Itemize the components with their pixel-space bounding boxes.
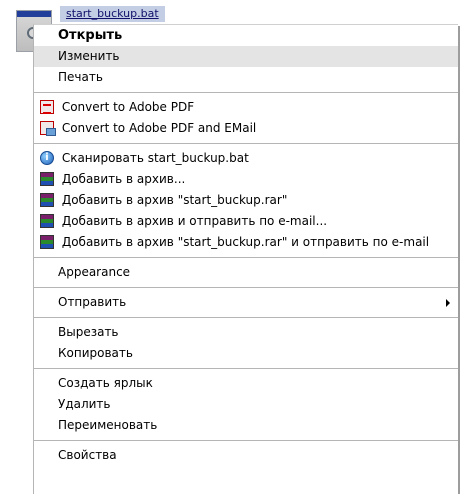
menu-item-properties[interactable]: Свойства (34, 445, 458, 466)
winrar-icon (40, 213, 54, 228)
submenu-arrow-icon (446, 298, 450, 307)
menu-item-add-archive-rar-email-label: Добавить в архив "start_buckup.rar" и от… (61, 235, 430, 249)
menu-item-rename[interactable]: Переименовать (34, 415, 458, 436)
menu-item-print[interactable]: Печать (34, 67, 458, 88)
menu-separator (34, 368, 458, 369)
menu-item-add-archive-email[interactable]: Добавить в архив и отправить по e-mail..… (34, 211, 458, 232)
menu-item-appearance-label: Appearance (58, 265, 131, 279)
antivirus-icon (40, 150, 54, 165)
menu-item-cut-label: Вырезать (58, 325, 119, 339)
winrar-icon (40, 192, 54, 207)
menu-separator (34, 317, 458, 318)
menu-item-edit[interactable]: Изменить (34, 46, 458, 67)
menu-item-cut[interactable]: Вырезать (34, 322, 458, 343)
menu-item-convert-pdf-label: Convert to Adobe PDF (61, 100, 195, 114)
adobe-pdf-email-icon (40, 120, 56, 136)
menu-item-open[interactable]: Открыть (34, 25, 458, 46)
menu-item-convert-pdf-email[interactable]: Convert to Adobe PDF and EMail (34, 118, 458, 139)
menu-item-open-label: Открыть (58, 28, 123, 43)
menu-separator (34, 440, 458, 441)
menu-item-scan-label: Сканировать start_buckup.bat (61, 151, 249, 165)
menu-item-convert-pdf-email-label: Convert to Adobe PDF and EMail (61, 121, 257, 135)
menu-item-edit-label: Изменить (58, 49, 120, 63)
menu-item-create-shortcut[interactable]: Создать ярлык (34, 373, 458, 394)
winrar-icon (40, 234, 54, 249)
menu-item-delete[interactable]: Удалить (34, 394, 458, 415)
menu-item-add-archive-email-label: Добавить в архив и отправить по e-mail..… (61, 214, 328, 228)
menu-item-send-to[interactable]: Отправить (34, 292, 458, 313)
menu-item-print-label: Печать (58, 70, 103, 84)
adobe-pdf-icon (40, 99, 54, 114)
menu-item-create-shortcut-label: Создать ярлык (58, 376, 153, 390)
menu-item-add-archive-rar-email[interactable]: Добавить в архив "start_buckup.rar" и от… (34, 232, 458, 253)
menu-item-add-archive[interactable]: Добавить в архив... (34, 169, 458, 190)
menu-item-send-to-label: Отправить (58, 295, 127, 309)
menu-item-add-archive-label: Добавить в архив... (61, 172, 186, 186)
menu-separator (34, 287, 458, 288)
winrar-icon (40, 171, 54, 186)
menu-item-scan[interactable]: Сканировать start_buckup.bat (34, 148, 458, 169)
menu-separator (34, 92, 458, 93)
menu-item-convert-pdf[interactable]: Convert to Adobe PDF (34, 97, 458, 118)
menu-item-properties-label: Свойства (58, 448, 117, 462)
menu-separator (34, 257, 458, 258)
menu-item-add-archive-rar[interactable]: Добавить в архив "start_buckup.rar" (34, 190, 458, 211)
file-icon-titlebar (17, 11, 51, 17)
menu-item-appearance[interactable]: Appearance (34, 262, 458, 283)
menu-item-add-archive-rar-label: Добавить в архив "start_buckup.rar" (61, 193, 288, 207)
context-menu: Открыть Изменить Печать Convert to Adobe… (33, 24, 458, 494)
menu-item-delete-label: Удалить (58, 397, 111, 411)
menu-separator (34, 143, 458, 144)
menu-item-copy-label: Копировать (58, 346, 133, 360)
file-name-label[interactable]: start_buckup.bat (60, 6, 165, 22)
menu-item-rename-label: Переименовать (58, 418, 158, 432)
menu-item-copy[interactable]: Копировать (34, 343, 458, 364)
